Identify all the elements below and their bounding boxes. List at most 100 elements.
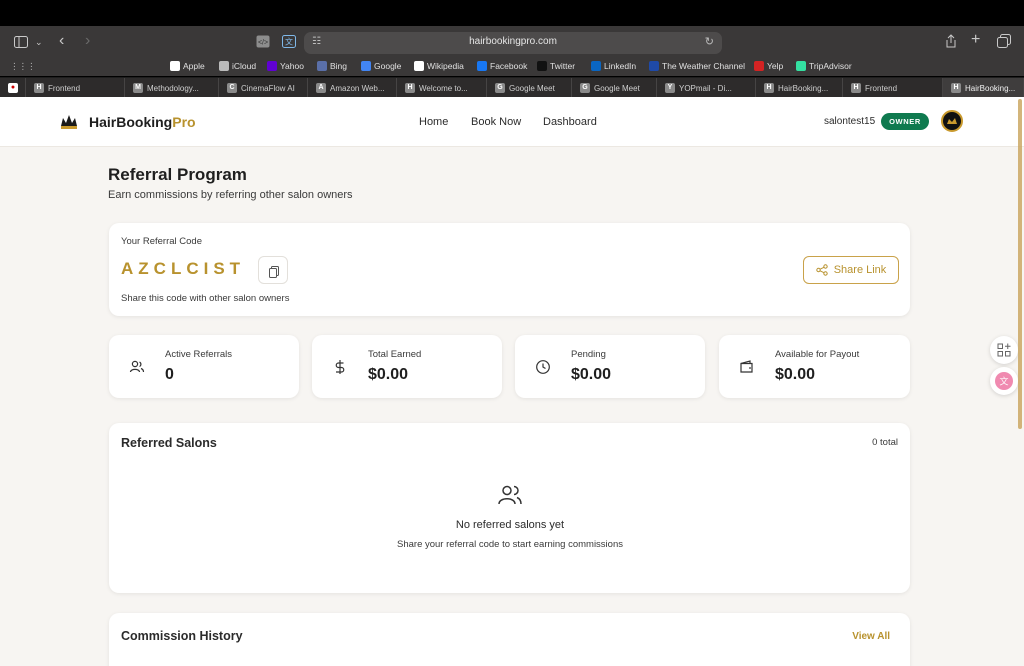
tab-favicon-icon: H [34, 83, 44, 93]
tab-bar: ● H Frontend M Methodology... C CinemaFlow AI… [0, 77, 1024, 98]
stat-label: Available for Payout [775, 349, 860, 360]
bookmark-label: The Weather Channel [662, 61, 746, 71]
view-all-link[interactable]: View All [852, 631, 890, 642]
apps-grid-icon[interactable]: ⋮⋮⋮ [10, 61, 36, 72]
translate-icon[interactable]: 文 [282, 35, 296, 51]
bookmark-google[interactable]: Google [361, 61, 401, 71]
tab-favicon-icon: H [405, 83, 415, 93]
reload-icon[interactable]: ↻ [705, 35, 714, 48]
browser-tab[interactable]: C CinemaFlow AI [219, 78, 308, 98]
empty-state-help: Share your referral code to start earnin… [397, 539, 623, 550]
users-icon [498, 485, 522, 505]
page-subtitle: Earn commissions by referring other salo… [108, 189, 353, 201]
browser-toolbar: ⌄ ‹ › </> 文 ☷ hairbookingpro.com ↻ + [0, 26, 1024, 58]
share-icon[interactable] [945, 34, 957, 51]
page-scrollbar[interactable] [1018, 99, 1022, 429]
wallet-icon [740, 360, 753, 373]
search-icon [317, 61, 327, 71]
brand-accent: Pro [172, 114, 196, 130]
bookmark-label: Yahoo [280, 61, 304, 71]
share-link-label: Share Link [833, 264, 887, 276]
browser-tab[interactable]: H HairBooking... [756, 78, 843, 98]
bookmark-yahoo[interactable]: Yahoo [267, 61, 304, 71]
address-url: hairbookingpro.com [469, 36, 557, 47]
tab-label: Welcome to... [419, 83, 468, 93]
referral-code-card: Your Referral Code AZCLCIST Share this c… [109, 223, 910, 316]
brand-name[interactable]: HairBookingPro [89, 114, 196, 130]
bookmark-label: LinkedIn [604, 61, 637, 71]
forward-icon[interactable]: › [85, 33, 90, 49]
tab-label: Frontend [48, 83, 81, 93]
tab-favicon-icon: G [495, 83, 505, 93]
linkedin-icon [591, 61, 601, 71]
nav-book-now-link[interactable]: Book Now [471, 116, 521, 128]
address-bar[interactable]: ☷ hairbookingpro.com ↻ [304, 32, 722, 54]
tab-overview-icon[interactable] [997, 34, 1011, 51]
commission-history-card: Commission History View All [109, 613, 910, 666]
translate-widget-button[interactable]: 文 [990, 367, 1018, 395]
bookmark-facebook[interactable]: Facebook [477, 61, 527, 71]
bookmark-yelp[interactable]: Yelp [754, 61, 783, 71]
browser-tab[interactable]: A Amazon Web... [308, 78, 397, 98]
browser-tab[interactable]: H Welcome to... [397, 78, 487, 98]
browser-tab[interactable]: G Google Meet [572, 78, 657, 98]
nav-dashboard-link[interactable]: Dashboard [543, 116, 597, 128]
bookmark-the-weather-channel[interactable]: The Weather Channel [649, 61, 745, 71]
bookmark-icloud[interactable]: iCloud [219, 61, 256, 71]
users-icon [129, 360, 145, 373]
bookmark-twitter[interactable]: Twitter [537, 61, 575, 71]
referral-code: AZCLCIST [121, 259, 246, 278]
page: HairBookingPro Home Book Now Dashboard s… [0, 97, 1024, 666]
role-badge: OWNER [881, 113, 929, 130]
share-link-button[interactable]: Share Link [803, 256, 899, 284]
tab-favicon-icon: G [580, 83, 590, 93]
brand-logo-icon[interactable] [59, 112, 79, 130]
apps-widget-button[interactable] [990, 336, 1018, 364]
stat-card-active-referrals: Active Referrals 0 [109, 335, 299, 398]
tab-label: YOPmail - Di... [679, 83, 732, 93]
bookmark-label: Twitter [550, 61, 576, 71]
new-tab-icon[interactable]: + [971, 32, 980, 48]
stat-value: $0.00 [775, 366, 816, 383]
referred-salons-total: 0 total [872, 437, 898, 448]
bookmark-label: Yelp [767, 61, 784, 71]
avatar[interactable] [941, 110, 963, 132]
browser-tab[interactable]: H Frontend [843, 78, 943, 98]
chevron-down-icon[interactable]: ⌄ [35, 34, 43, 50]
back-icon[interactable]: ‹ [59, 33, 64, 49]
username[interactable]: salontest15 [824, 116, 875, 127]
nav-home-link[interactable]: Home [419, 116, 448, 128]
tab-favicon-icon: M [133, 83, 143, 93]
tab-pinned[interactable]: ● [0, 78, 26, 98]
stat-value: 0 [165, 366, 174, 383]
referred-salons-card: Referred Salons 0 total No referred salo… [109, 423, 910, 593]
google-icon [361, 61, 371, 71]
commission-history-title: Commission History [121, 629, 243, 643]
tab-label: CinemaFlow AI [241, 83, 295, 93]
stat-card-total-earned: Total Earned $0.00 [312, 335, 502, 398]
bookmark-linkedin[interactable]: LinkedIn [591, 61, 636, 71]
bookmark-tripadvisor[interactable]: TripAdvisor [796, 61, 852, 71]
share-icon [816, 264, 828, 276]
code-icon[interactable]: </> [256, 35, 270, 51]
tab-label: Amazon Web... [330, 83, 385, 93]
bookmark-label: Google [374, 61, 402, 71]
site-navbar: HairBookingPro Home Book Now Dashboard s… [0, 97, 1024, 147]
browser-tab[interactable]: H HairBooking... [943, 78, 1024, 98]
bookmark-bing[interactable]: Bing [317, 61, 347, 71]
tab-favicon-icon: H [951, 83, 961, 93]
copy-code-button[interactable] [258, 256, 288, 284]
stat-card-available-payout: Available for Payout $0.00 [719, 335, 910, 398]
browser-tab[interactable]: H Frontend [26, 78, 125, 98]
apple-icon [170, 61, 180, 71]
browser-tab[interactable]: Y YOPmail - Di... [657, 78, 756, 98]
bookmark-wikipedia[interactable]: Wikipedia [414, 61, 464, 71]
browser-tab[interactable]: G Google Meet [487, 78, 572, 98]
translate-widget-icon: 文 [995, 372, 1013, 390]
sidebar-toggle-icon[interactable] [14, 35, 28, 51]
tab-label: HairBooking... [965, 83, 1016, 93]
referral-code-help: Share this code with other salon owners [121, 293, 290, 304]
stat-label: Total Earned [368, 349, 422, 360]
browser-tab[interactable]: M Methodology... [125, 78, 219, 98]
bookmark-apple[interactable]: Apple [170, 61, 205, 71]
